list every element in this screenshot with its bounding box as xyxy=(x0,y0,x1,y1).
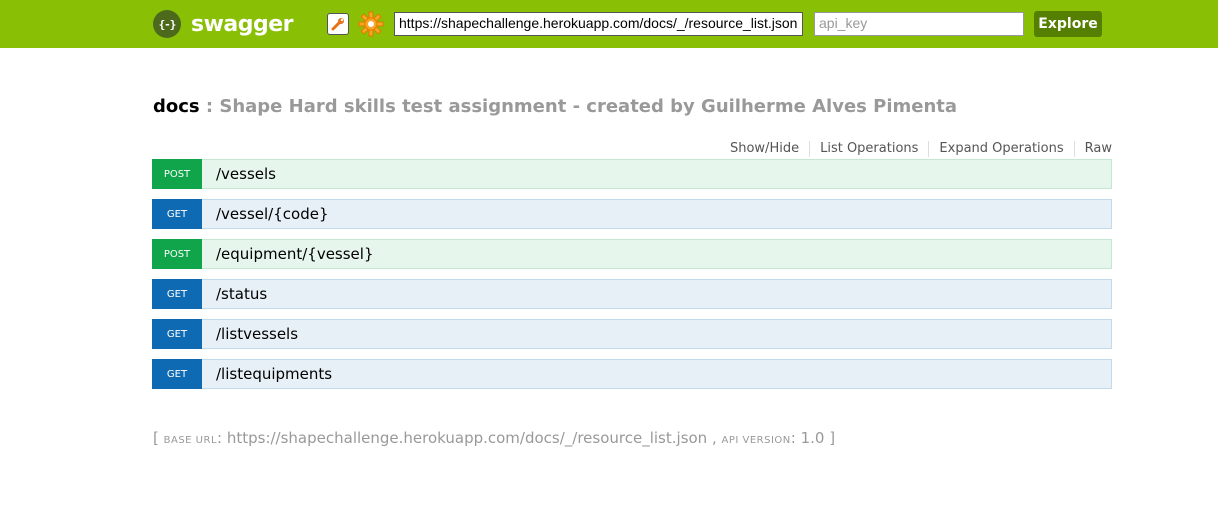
list-operations-link[interactable]: List Operations xyxy=(810,141,930,157)
api-key-input[interactable]: api_key xyxy=(814,12,1024,36)
gear-icon[interactable] xyxy=(358,11,384,37)
title-separator: : xyxy=(199,96,220,117)
http-method-badge[interactable]: POST xyxy=(152,159,202,189)
swagger-logo[interactable]: {-} swagger xyxy=(153,10,294,38)
endpoint-row[interactable]: GET /listequipments xyxy=(152,359,1112,389)
endpoint-row[interactable]: POST /vessels xyxy=(152,159,1112,189)
url-input[interactable]: https://shapechallenge.herokuapp.com/doc… xyxy=(394,12,803,36)
endpoint-path[interactable]: /vessel/{code} xyxy=(202,200,329,228)
operations-links: Show/Hide List Operations Expand Operati… xyxy=(720,141,1112,157)
page-title: docs : Shape Hard skills test assignment… xyxy=(153,96,957,117)
api-description: : Shape Hard skills test assignment - cr… xyxy=(200,96,957,117)
api-version-label: api version xyxy=(721,435,791,446)
endpoint-list: POST /vessels GET /vessel/{code} POST /e… xyxy=(152,159,1112,399)
endpoint-path[interactable]: /status xyxy=(202,280,267,308)
swagger-logo-icon: {-} xyxy=(153,10,181,38)
api-version-value: : 1.0 ] xyxy=(790,429,836,447)
endpoint-path[interactable]: /listvessels xyxy=(202,320,298,348)
swagger-logo-text: swagger xyxy=(191,11,294,37)
raw-link[interactable]: Raw xyxy=(1075,141,1112,157)
swagger-header: {-} swagger https://shapechallenge.herok… xyxy=(0,0,1218,48)
base-url-label: base url xyxy=(163,435,218,446)
http-method-badge[interactable]: GET xyxy=(152,279,202,309)
explore-button[interactable]: Explore xyxy=(1034,11,1102,37)
base-url-value: : https://shapechallenge.herokuapp.com/d… xyxy=(217,429,722,447)
endpoint-path[interactable]: /vessels xyxy=(202,160,276,188)
endpoint-row[interactable]: GET /status xyxy=(152,279,1112,309)
http-method-badge[interactable]: POST xyxy=(152,239,202,269)
endpoint-path[interactable]: /equipment/{vessel} xyxy=(202,240,374,268)
endpoint-row[interactable]: GET /listvessels xyxy=(152,319,1112,349)
footer-open-bracket: [ xyxy=(153,429,164,447)
http-method-badge[interactable]: GET xyxy=(152,319,202,349)
api-info-footer: [ base url: https://shapechallenge.herok… xyxy=(153,429,835,447)
api-name-link[interactable]: docs xyxy=(153,96,200,117)
endpoint-path[interactable]: /listequipments xyxy=(202,360,332,388)
http-method-badge[interactable]: GET xyxy=(152,199,202,229)
http-method-badge[interactable]: GET xyxy=(152,359,202,389)
api-description-text: Shape Hard skills test assignment - crea… xyxy=(219,96,958,117)
endpoint-row[interactable]: GET /vessel/{code} xyxy=(152,199,1112,229)
expand-operations-link[interactable]: Expand Operations xyxy=(929,141,1075,157)
wrench-icon[interactable] xyxy=(327,13,349,35)
endpoint-row[interactable]: POST /equipment/{vessel} xyxy=(152,239,1112,269)
show-hide-link[interactable]: Show/Hide xyxy=(720,141,811,157)
